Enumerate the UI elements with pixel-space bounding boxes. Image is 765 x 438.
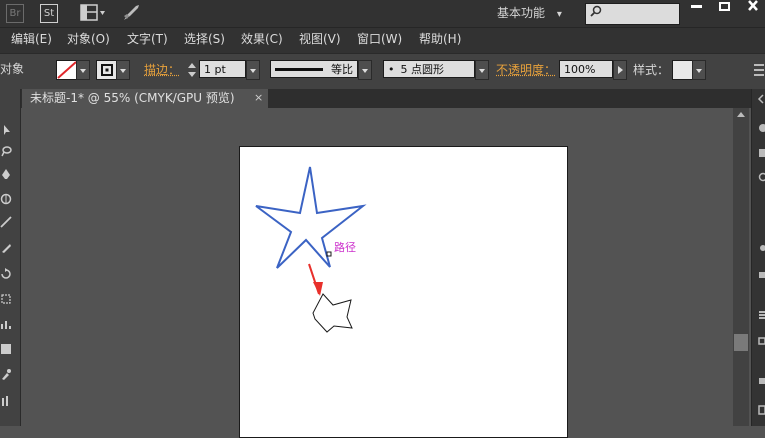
chevron-down-icon: [476, 61, 488, 79]
menu-effect[interactable]: 效果(C): [241, 31, 283, 47]
stepper-arrows-icon[interactable]: [185, 60, 199, 80]
fill-dropdown[interactable]: [76, 60, 90, 80]
stroke-line-icon: [275, 68, 323, 72]
workspace-label: 基本功能: [497, 6, 545, 20]
rotate-tool-icon[interactable]: [0, 268, 12, 280]
chevron-right-icon: [614, 61, 626, 79]
path-hint-label: 路径: [334, 242, 356, 254]
artboards-panel-icon[interactable]: [757, 405, 765, 415]
ellipse-tool-icon[interactable]: [0, 193, 12, 205]
chevron-down-icon: [693, 61, 705, 79]
rocket-icon[interactable]: [121, 3, 141, 23]
panel-collapse-icon[interactable]: [757, 94, 765, 104]
line-tool-icon[interactable]: [0, 216, 12, 228]
gradient-tool-icon[interactable]: [0, 343, 12, 355]
object-label: 对象: [0, 61, 24, 77]
align-panel-icon[interactable]: [757, 310, 765, 320]
minimize-icon[interactable]: [690, 2, 704, 12]
direct-selection-tool-icon[interactable]: [0, 124, 12, 136]
stroke-swatch[interactable]: [96, 60, 118, 80]
scroll-up-icon[interactable]: [736, 110, 746, 120]
stroke-weight-field[interactable]: 1 pt: [199, 60, 246, 78]
no-fill-icon: [57, 61, 77, 79]
brush-label: 5 点圆形: [401, 63, 445, 76]
menu-window[interactable]: 窗口(W): [357, 31, 402, 47]
menu-help[interactable]: 帮助(H): [419, 31, 461, 47]
stroke-panel-icon[interactable]: [757, 270, 765, 280]
brush-dot-icon: •: [388, 63, 395, 76]
pen-tool-icon[interactable]: [0, 168, 12, 180]
chevron-down-icon: ▾: [557, 9, 562, 20]
pathfinder-panel-icon[interactable]: [757, 336, 765, 346]
stock-button[interactable]: St: [40, 4, 58, 23]
scrollbar-thumb[interactable]: [734, 334, 748, 351]
arrange-documents-icon[interactable]: [80, 4, 106, 21]
stroke-profile-field[interactable]: 等比: [270, 60, 358, 78]
layers-panel-icon[interactable]: [757, 376, 765, 386]
opacity-slider-button[interactable]: [613, 60, 627, 80]
chevron-down-icon: [247, 61, 259, 79]
chevron-down-icon: [77, 61, 89, 79]
style-label: 样式：: [633, 62, 669, 78]
panel-menu-icon[interactable]: [752, 60, 765, 80]
small-star-path[interactable]: [313, 294, 352, 332]
stroke-icon: [97, 61, 117, 79]
vertical-scrollbar[interactable]: [733, 108, 749, 426]
menu-type[interactable]: 文字(T): [127, 31, 168, 47]
opacity-field[interactable]: 100%: [559, 60, 613, 78]
document-tab-label: 未标题-1* @ 55% (CMYK/GPU 预览): [30, 90, 235, 106]
swatches-panel-icon[interactable]: [757, 148, 765, 158]
maximize-icon[interactable]: [718, 2, 732, 12]
brushes-panel-icon[interactable]: [757, 172, 765, 182]
close-window-icon[interactable]: [746, 0, 760, 12]
artwork: [239, 146, 567, 426]
search-icon: [590, 5, 602, 17]
symbols-panel-icon[interactable]: [757, 243, 765, 253]
chevron-down-icon: [359, 61, 371, 79]
bridge-button[interactable]: Br: [6, 4, 24, 23]
menu-edit[interactable]: 编辑(E): [11, 31, 52, 47]
close-tab-icon[interactable]: ×: [254, 90, 263, 106]
menu-object[interactable]: 对象(O): [67, 31, 110, 47]
fill-swatch[interactable]: [56, 60, 78, 80]
stroke-label[interactable]: 描边：: [144, 62, 180, 78]
eyedropper-tool-icon[interactable]: [0, 368, 12, 380]
graph-tool-icon[interactable]: [0, 318, 12, 330]
chevron-down-icon: [117, 61, 129, 79]
stroke-dropdown[interactable]: [116, 60, 130, 80]
color-panel-icon[interactable]: [757, 123, 765, 133]
brush-field[interactable]: • 5 点圆形: [383, 60, 475, 78]
style-swatch[interactable]: [672, 60, 694, 80]
menu-select[interactable]: 选择(S): [184, 31, 225, 47]
column-graph-tool-icon[interactable]: [0, 395, 12, 407]
stroke-profile-label: 等比: [331, 61, 353, 78]
workspace-switcher[interactable]: 基本功能 ▾: [497, 4, 567, 22]
menu-view[interactable]: 视图(V): [299, 31, 341, 47]
style-dropdown[interactable]: [692, 60, 706, 80]
free-transform-tool-icon[interactable]: [0, 293, 12, 305]
opacity-label[interactable]: 不透明度：: [496, 62, 556, 78]
stroke-weight-dropdown[interactable]: [246, 60, 260, 80]
brush-tool-icon[interactable]: [0, 242, 12, 254]
stroke-profile-dropdown[interactable]: [358, 60, 372, 80]
lasso-tool-icon[interactable]: [0, 145, 12, 157]
brush-dropdown[interactable]: [475, 60, 489, 80]
